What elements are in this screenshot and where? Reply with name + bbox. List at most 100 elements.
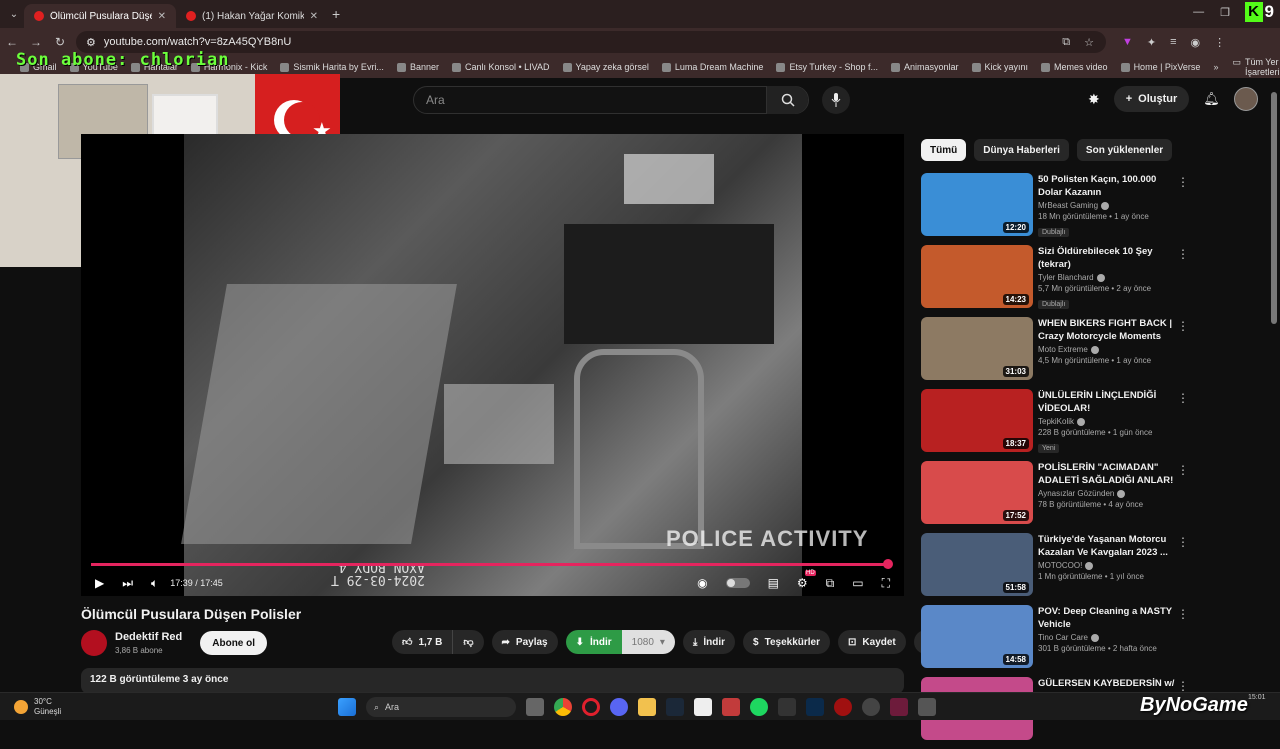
app-icon[interactable] [862,698,880,716]
chip-all[interactable]: Tümü [921,139,967,161]
page-scrollbar[interactable] [1271,92,1277,324]
extension-download-button[interactable]: ⬇ İndir [565,630,622,654]
subtitles-icon[interactable]: ▤ [768,576,779,590]
extension-star-icon[interactable]: ✸ [1088,91,1100,108]
recommendation-title[interactable]: Türkiye'de Yaşanan Motorcu Kazaları Ve K… [1038,533,1178,559]
extension-icon[interactable]: ▼ [1122,36,1133,49]
bookmark-star-icon[interactable]: ☆ [1084,36,1094,49]
play-icon[interactable]: ▶ [95,576,104,590]
bookmark-item[interactable]: Yapay zeka görsel [562,62,649,72]
voice-search-button[interactable] [822,86,850,114]
chrome-icon[interactable] [554,698,572,716]
video-player[interactable]: POLICE ACTIVITY 2024-03-29 T AXON BODY 4… [81,134,904,596]
next-icon[interactable]: ⏭ [122,576,133,591]
save-button[interactable]: ⊡ Kaydet [838,630,906,654]
quality-select[interactable]: 1080 ▾ [621,630,675,654]
channel-avatar[interactable] [81,630,107,656]
calculator-icon[interactable] [918,698,936,716]
bookmark-item[interactable]: Etsy Turkey - Shop f... [776,62,878,72]
bookmark-item[interactable]: Canlı Konsol • LIVAD [451,62,550,72]
recommendation-title[interactable]: 50 Polisten Kaçın, 100.000 Dolar Kazanın [1038,173,1178,199]
recommendation-item[interactable]: 14:58 POV: Deep Cleaning a NASTY Vehicle T… [921,605,1191,673]
miniplayer-icon[interactable]: ⧉ [826,576,835,591]
tab-close-icon[interactable]: ✕ [158,11,166,22]
media-icon[interactable]: ≡ [1170,36,1176,49]
tab-active[interactable]: Ölümcül Pusulara Düşen Polisler ✕ [24,4,176,28]
profile-icon[interactable]: ◉ [1191,36,1201,49]
epic-games-icon[interactable] [778,698,796,716]
video-thumbnail[interactable]: 17:52 [921,461,1033,524]
recommendation-item[interactable]: 12:20 50 Polisten Kaçın, 100.000 Dolar Ka… [921,173,1191,241]
recommendation-menu-icon[interactable]: ⋮ [1177,679,1189,693]
tab-search-icon[interactable]: ⌄ [4,9,24,20]
theater-mode-icon[interactable]: ▭ [852,576,863,590]
recommendation-title[interactable]: POV: Deep Cleaning a NASTY Vehicle [1038,605,1178,631]
download-button[interactable]: ⤓ İndir [682,630,736,654]
recommendation-menu-icon[interactable]: ⋮ [1177,319,1189,333]
user-avatar[interactable] [1233,87,1258,111]
recommendation-channel[interactable]: Moto Extreme [1038,345,1178,354]
video-thumbnail[interactable]: 14:23 [921,245,1033,308]
recommendation-menu-icon[interactable]: ⋮ [1177,463,1189,477]
recommendation-item[interactable]: 14:23 Sizi Öldürebilecek 10 Şey (tekrar) T… [921,245,1191,313]
like-button[interactable]: 👍︎ 1,7 B [392,630,454,654]
all-bookmarks[interactable]: ▭ Tüm Yer İşaretleri [1232,57,1279,77]
search-button[interactable] [766,86,808,114]
recommendation-channel[interactable]: MOTOCOO! [1038,561,1178,570]
minimize-icon[interactable]: — [1193,6,1204,19]
video-thumbnail[interactable]: 51:58 [921,533,1033,596]
chip-recent[interactable]: Son yüklenenler [1076,139,1173,161]
search-box[interactable]: Ara [413,86,809,114]
recommendation-item[interactable]: 51:58 Türkiye'de Yaşanan Motorcu Kazaları… [921,533,1191,601]
bookmark-item[interactable]: Animasyonlar [890,62,959,72]
fullscreen-icon[interactable]: ⛶ [882,576,890,591]
video-thumbnail[interactable]: 12:20 [921,173,1033,236]
bookmarks-more-icon[interactable]: » [1213,62,1218,72]
description-box[interactable]: 122 B görüntüleme 3 ay önce [81,668,904,694]
recommendation-menu-icon[interactable]: ⋮ [1177,391,1189,405]
app-icon[interactable] [722,698,740,716]
tab-close-icon[interactable]: ✕ [310,11,318,22]
steam-icon[interactable] [666,698,684,716]
recommendation-menu-icon[interactable]: ⋮ [1177,175,1189,189]
tab-inactive[interactable]: (1) Hakan Yağar Komik Anlar | ... ✕ [176,4,328,28]
app-icon[interactable] [834,698,852,716]
task-view-icon[interactable] [526,698,544,716]
spotify-icon[interactable] [750,698,768,716]
address-bar[interactable]: ⚙ youtube.com/watch?v=8zA45QYB8nU ⧉ ☆ [76,31,1106,53]
thanks-button[interactable]: $ Teşekkürler [743,630,831,654]
scrubber-handle[interactable] [883,559,894,569]
cast-icon[interactable]: ⧉ [1062,36,1070,49]
new-tab-button[interactable]: + [332,6,340,22]
video-thumbnail[interactable]: 14:58 [921,605,1033,668]
puzzle-icon[interactable]: ✦ [1147,36,1156,49]
bookmark-item[interactable]: Kick yayını [971,62,1028,72]
autoplay-toggle[interactable] [725,578,750,588]
search-input[interactable]: Ara [414,93,766,107]
reload-icon[interactable]: ↻ [48,35,72,49]
recommendation-title[interactable]: Sizi Öldürebilecek 10 Şey (tekrar) [1038,245,1178,271]
app-icon[interactable] [890,698,908,716]
weather-widget[interactable]: 30°C Güneşli [14,697,61,717]
recommendation-menu-icon[interactable]: ⋮ [1177,535,1189,549]
recommendation-menu-icon[interactable]: ⋮ [1177,247,1189,261]
dislike-button[interactable]: 👎︎ [453,630,484,654]
share-button[interactable]: ➦ Paylaş [491,630,558,654]
recommendation-title[interactable]: WHEN BIKERS FIGHT BACK | Crazy Motorcycl… [1038,317,1178,343]
menu-icon[interactable]: ⋮ [1214,36,1225,49]
video-thumbnail[interactable]: 18:37 [921,389,1033,452]
windows-start-icon[interactable] [338,698,356,716]
eye-icon[interactable]: ◉ [697,576,707,590]
opera-icon[interactable] [582,698,600,716]
bookmark-item[interactable]: Memes video [1041,62,1108,72]
back-icon[interactable]: ← [0,35,24,49]
volume-icon[interactable]: 🔈︎ [151,576,158,591]
recommendation-item[interactable]: 17:52 POLİSLERİN "ACIMADAN" ADALETİ SAĞLA… [921,461,1191,529]
recommendation-channel[interactable]: Aynasızlar Gözünden [1038,489,1178,498]
recommendation-menu-icon[interactable]: ⋮ [1177,607,1189,621]
recommendation-channel[interactable]: MrBeast Gaming [1038,201,1178,210]
recommendation-channel[interactable]: Tyler Blanchard [1038,273,1178,282]
maximize-icon[interactable]: ❐ [1220,6,1230,19]
bookmark-item[interactable]: Home | PixVerse [1120,62,1200,72]
bookmark-item[interactable]: Banner [396,62,439,72]
